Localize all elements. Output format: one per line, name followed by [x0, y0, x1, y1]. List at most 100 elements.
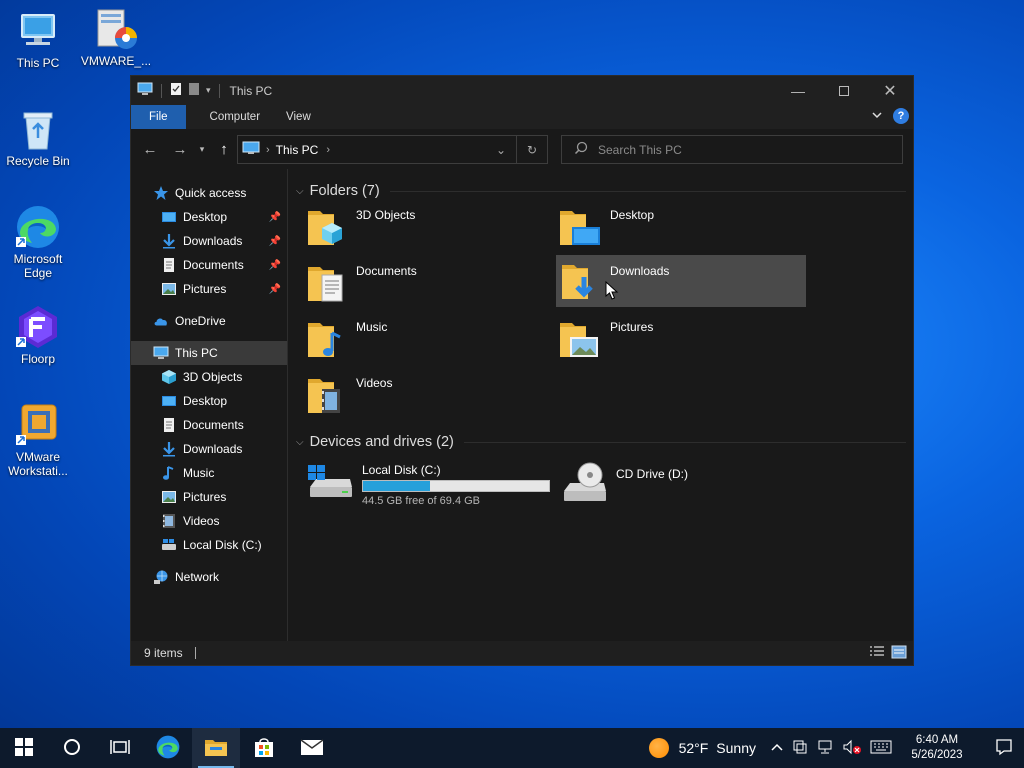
action-center-button[interactable]	[984, 728, 1024, 768]
desktop-icon-vmware[interactable]: VMware Workstati...	[0, 402, 76, 478]
chevron-down-icon: ⌵	[296, 436, 304, 448]
breadcrumb-this-pc[interactable]: This PC	[276, 143, 319, 157]
drive-local-disk-c[interactable]: Local Disk (C:) 44.5 GB free of 69.4 GB	[306, 459, 550, 511]
nav-quick-pictures[interactable]: Pictures 📌	[131, 277, 287, 301]
desktop-icon-label: Recycle Bin	[6, 154, 70, 168]
nav-network[interactable]: Network	[131, 565, 287, 589]
recycle-bin-icon	[14, 106, 62, 152]
folder-3d-objects[interactable]: 3D Objects	[302, 201, 552, 253]
nav-quick-documents[interactable]: Documents 📌	[131, 253, 287, 277]
nav-pc-3d-objects[interactable]: 3D Objects	[131, 365, 287, 389]
nav-label: 3D Objects	[183, 370, 243, 384]
refresh-button[interactable]: ↻	[517, 136, 547, 163]
weather-widget[interactable]: 52°F Sunny	[648, 738, 756, 758]
nav-quick-access[interactable]: Quick access	[131, 181, 287, 205]
desktop-icon-recycle-bin[interactable]: Recycle Bin	[0, 106, 76, 168]
group-title: Devices and drives (2)	[309, 434, 454, 450]
desktop-icon-edge[interactable]: Microsoft Edge	[0, 204, 76, 280]
nav-pc-documents[interactable]: Documents	[131, 413, 287, 437]
new-folder-icon[interactable]	[188, 82, 200, 99]
tab-file[interactable]: File	[131, 105, 186, 129]
folder-music-icon	[302, 313, 350, 365]
nav-label: Downloads	[183, 442, 243, 456]
expand-ribbon-button[interactable]	[871, 109, 883, 123]
volume-muted-icon[interactable]	[842, 739, 862, 758]
tab-computer[interactable]: Computer	[186, 105, 275, 129]
large-icons-view-button[interactable]	[891, 645, 907, 662]
network-icon	[153, 569, 169, 585]
navigation-pane[interactable]: Quick access Desktop 📌 Downloads 📌 Docum…	[131, 169, 288, 641]
cloud-icon	[153, 313, 169, 329]
back-button[interactable]: ←	[136, 135, 164, 163]
taskbar-mail-button[interactable]	[288, 728, 336, 768]
recent-locations-button[interactable]: ▾	[194, 135, 210, 163]
maximize-button[interactable]	[821, 76, 867, 105]
network-status-icon[interactable]	[816, 739, 834, 758]
details-view-button[interactable]	[869, 645, 885, 662]
folder-pictures[interactable]: Pictures	[556, 313, 806, 365]
folder-desktop[interactable]: Desktop	[556, 201, 806, 253]
up-button[interactable]: ↑	[210, 135, 238, 163]
title-separator	[218, 83, 220, 98]
pin-icon: 📌	[268, 283, 281, 295]
forward-button[interactable]: →	[166, 135, 194, 163]
desktop-icon-label: Floorp	[20, 352, 55, 366]
desktop-icon-floorp[interactable]: Floorp	[0, 304, 76, 366]
folder-music[interactable]: Music	[302, 313, 552, 365]
customize-quick-access-icon[interactable]: ▾	[206, 85, 211, 96]
task-view-icon	[110, 738, 130, 759]
keyboard-icon[interactable]	[870, 740, 892, 757]
taskbar-edge-button[interactable]	[144, 728, 192, 768]
close-button[interactable]: ✕	[867, 76, 913, 105]
content-pane[interactable]: ⌵ Folders (7) 3D Objects Desktop Documen…	[288, 169, 913, 641]
devices-group-header[interactable]: ⌵ Devices and drives (2)	[296, 434, 906, 450]
nav-label: Quick access	[175, 186, 247, 200]
nav-pc-videos[interactable]: Videos	[131, 509, 287, 533]
properties-icon[interactable]	[170, 82, 182, 99]
folders-group-header[interactable]: ⌵ Folders (7)	[296, 183, 906, 199]
start-button[interactable]	[0, 728, 48, 768]
nav-pc-desktop[interactable]: Desktop	[131, 389, 287, 413]
help-button[interactable]: ?	[893, 108, 909, 124]
minimize-button[interactable]: —	[775, 76, 821, 105]
download-arrow-icon	[161, 441, 177, 457]
hard-drive-icon	[306, 459, 354, 507]
clock[interactable]: 6:40 AM 5/26/2023	[904, 733, 970, 763]
breadcrumb-separator-icon[interactable]: ›	[266, 144, 270, 156]
status-separator	[194, 647, 196, 659]
nav-pc-local-disk[interactable]: Local Disk (C:)	[131, 533, 287, 557]
sun-icon	[648, 738, 669, 758]
task-view-button[interactable]	[96, 728, 144, 768]
nav-label: Downloads	[183, 234, 243, 248]
address-history-button[interactable]: ⌄	[486, 136, 516, 163]
search-button[interactable]	[48, 728, 96, 768]
search-input[interactable]	[598, 142, 888, 157]
folder-documents[interactable]: Documents	[302, 257, 552, 309]
nav-pc-pictures[interactable]: Pictures	[131, 485, 287, 509]
taskbar-file-explorer-button[interactable]	[192, 728, 240, 768]
title-bar[interactable]: ▾ This PC — ✕	[131, 76, 913, 105]
nav-pc-downloads[interactable]: Downloads	[131, 437, 287, 461]
nav-onedrive[interactable]: OneDrive	[131, 309, 287, 333]
drive-cd-d[interactable]: CD Drive (D:)	[560, 459, 688, 511]
desktop-icon-vmware-installer[interactable]: VMWARE_...	[78, 6, 154, 68]
search-box[interactable]	[561, 135, 903, 164]
nav-this-pc[interactable]: This PC	[131, 341, 287, 365]
chevron-up-icon[interactable]	[770, 741, 784, 755]
nav-quick-downloads[interactable]: Downloads 📌	[131, 229, 287, 253]
vmware-tools-icon[interactable]	[792, 739, 808, 758]
nav-pc-music[interactable]: Music	[131, 461, 287, 485]
nav-quick-desktop[interactable]: Desktop 📌	[131, 205, 287, 229]
folder-downloads[interactable]: Downloads	[556, 255, 806, 307]
desktop-icon-this-pc[interactable]: This PC	[0, 8, 76, 70]
vmware-icon	[14, 402, 62, 448]
folder-documents-icon	[302, 257, 350, 309]
folder-videos[interactable]: Videos	[302, 369, 552, 421]
taskbar-store-button[interactable]	[240, 728, 288, 768]
tab-view[interactable]: View	[274, 105, 325, 129]
breadcrumb-separator-icon[interactable]: ›	[326, 144, 330, 156]
address-bar[interactable]: › This PC › ⌄ ↻	[237, 135, 548, 164]
nav-label: Desktop	[183, 210, 228, 224]
